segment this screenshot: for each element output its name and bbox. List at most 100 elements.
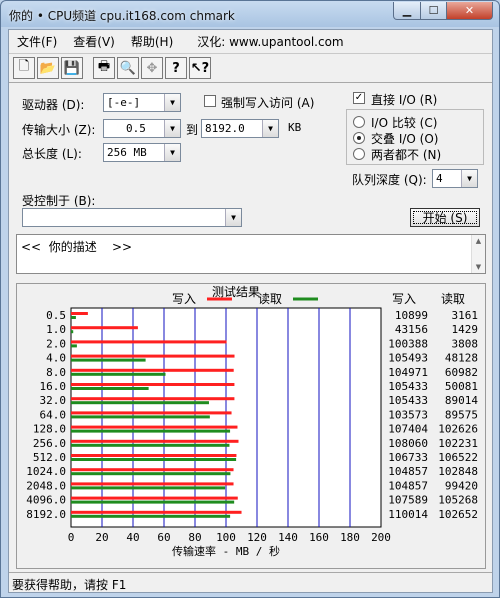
transfer-to-select[interactable]: 8192.0 ▼ [201,119,279,138]
drive-value: [-e-] [107,96,141,109]
force-write-checkbox[interactable] [204,95,216,107]
context-help-icon: ↖? [190,60,210,76]
read-bar [71,401,209,405]
read-bar [71,344,77,348]
read-value: 106522 [438,451,478,464]
save-disk-icon: 💾 [63,60,81,76]
minimize-icon: ▁ [402,4,412,17]
x-tick-label: 180 [340,531,360,544]
title-bar[interactable]: 你的 • CPU频道 cpu.it168.com chmark ▁ ☐ ✕ [1,1,499,28]
write-bar [71,354,235,358]
write-bar [71,326,138,330]
direct-io-label: 直接 I/O (R) [371,93,438,107]
print-button[interactable]: 🖶 [93,57,115,79]
x-tick-label: 0 [68,531,75,544]
maximize-button[interactable]: ☐ [420,2,447,20]
write-bar [71,340,227,344]
io-compare-label: I/O 比较 (C) [371,116,438,130]
direct-io-checkbox[interactable]: ✓ [353,92,365,104]
maximize-icon: ☐ [428,4,439,17]
description-scrollbar[interactable]: ▲ ▼ [471,235,485,273]
print-preview-button[interactable]: 🔍 [117,57,139,79]
write-value: 103573 [388,408,428,421]
scroll-down-icon[interactable]: ▼ [472,263,485,271]
category-label: 32.0 [40,394,67,407]
total-length-select[interactable]: 256 MB ▼ [103,143,181,162]
save-button[interactable]: 💾 [61,57,83,79]
read-bar [71,429,231,433]
transfer-to-value: 8192.0 [205,122,245,135]
column-header-read: 读取 [441,292,465,306]
read-value: 3161 [452,309,479,322]
read-value: 48128 [445,352,478,365]
menu-view[interactable]: 查看(V) [65,33,123,50]
x-tick-label: 20 [95,531,108,544]
scroll-up-icon[interactable]: ▲ [472,237,485,245]
description-text: << 你的描述 >> [21,240,133,254]
help-question-icon: ? [172,60,180,76]
x-tick-label: 120 [247,531,267,544]
close-button[interactable]: ✕ [446,2,493,20]
write-value: 106733 [388,451,428,464]
minimize-button[interactable]: ▁ [393,2,421,20]
queue-depth-value: 4 [436,172,443,185]
new-file-button[interactable]: 🗋 [13,57,35,79]
category-label: 2048.0 [26,479,66,492]
print-icon: 🖶 [97,59,111,74]
chevron-down-icon: ▼ [164,94,180,111]
read-bar [71,358,146,362]
column-header-write: 写入 [392,292,416,306]
write-bar [71,482,234,486]
neither-radio[interactable] [353,148,365,160]
menu-file[interactable]: 文件(F) [9,33,65,50]
read-bar [71,316,76,319]
read-value: 3808 [452,337,479,350]
queue-depth-select[interactable]: 4 ▼ [432,169,478,188]
read-value: 50081 [445,380,478,393]
write-value: 110014 [388,508,428,521]
application-window: 你的 • CPU频道 cpu.it168.com chmark ▁ ☐ ✕ 文件… [0,0,500,598]
read-bar [71,387,149,390]
category-label: 2.0 [46,337,66,350]
overlap-io-radio[interactable] [353,132,365,144]
start-button[interactable]: 开始 (S) [410,208,480,227]
write-bar [71,312,88,315]
category-label: 1.0 [46,323,66,336]
drive-label: 驱动器 (D): [22,98,85,112]
write-value: 104857 [388,479,428,492]
toolbar: 🗋 📂 💾 🖶 🔍 ✥ ? ↖? [9,53,492,83]
results-panel: 测试结果 0 20 40 60 80 100 120 140 160 180 200 传输速率 - M… [16,283,486,569]
chevron-down-icon: ▼ [164,120,180,137]
category-label: 128.0 [33,423,66,436]
move-button[interactable]: ✥ [141,57,163,79]
total-length-value: 256 MB [107,146,147,159]
category-label: 4096.0 [26,494,66,507]
write-bar [71,411,232,415]
read-value: 89575 [445,408,478,421]
chevron-down-icon: ▼ [225,209,241,226]
help-button[interactable]: ? [165,57,187,79]
controlled-by-select[interactable]: ▼ [22,208,242,227]
description-textarea[interactable]: << 你的描述 >> ▲ ▼ [16,234,486,274]
write-value: 104971 [388,366,428,379]
write-value: 107589 [388,494,428,507]
io-compare-radio[interactable] [353,116,365,128]
open-button[interactable]: 📂 [37,57,59,79]
total-length-label: 总长度 (L): [22,147,82,161]
read-bar [71,458,237,461]
transfer-from-select[interactable]: 0.5 ▼ [103,119,181,138]
move-crosshair-icon: ✥ [146,60,158,76]
read-value: 102652 [438,508,478,521]
category-label: 16.0 [40,380,67,393]
read-value: 102231 [438,437,478,450]
transfer-unit: KB [288,121,302,134]
write-value: 10899 [395,309,428,322]
drive-select[interactable]: [-e-] ▼ [103,93,181,112]
to-label: 到 [186,123,199,137]
menu-help[interactable]: 帮助(H) [123,33,181,50]
write-bar [71,454,237,457]
window-title: 你的 • CPU频道 cpu.it168.com chmark [9,9,235,23]
menu-localization-credit[interactable]: 汉化: www.upantool.com [189,33,351,50]
read-bar [71,415,210,419]
context-help-button[interactable]: ↖? [189,57,211,79]
